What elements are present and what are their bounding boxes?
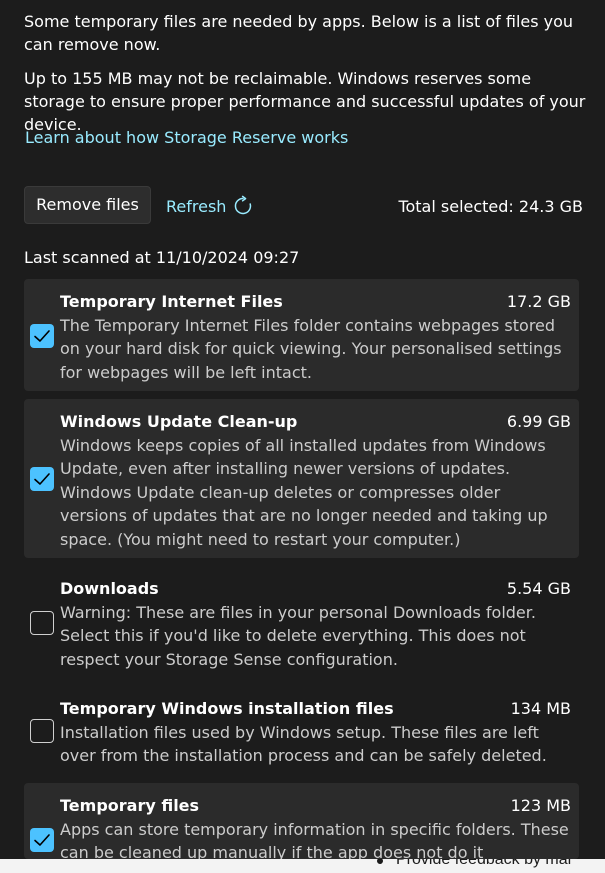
intro-text-2: Up to 155 MB may not be reclaimable. Win… [24, 69, 586, 134]
checkbox-downloads[interactable] [30, 611, 54, 635]
item-title: Windows Update Clean-up [60, 412, 298, 431]
refresh-button[interactable]: Refresh [166, 192, 254, 220]
refresh-label: Refresh [166, 196, 227, 216]
item-size: 5.54 GB [506, 579, 571, 598]
checkmark-icon [34, 473, 50, 485]
background-document-strip: Provide feedback by mar [0, 859, 605, 873]
checkbox-windows-update-cleanup[interactable] [30, 467, 54, 491]
remove-files-button[interactable]: Remove files [24, 186, 151, 224]
checkbox-temporary-internet-files[interactable] [30, 324, 54, 348]
bullet-icon [377, 859, 383, 864]
storage-reserve-link[interactable]: Learn about how Storage Reserve works [25, 127, 348, 149]
file-item-temporary-windows-installation-files[interactable]: Temporary Windows installation files 134… [24, 686, 579, 774]
total-selected: Total selected: 24.3 GB [398, 197, 583, 216]
checkmark-icon [34, 834, 50, 846]
item-title: Temporary Windows installation files [60, 699, 394, 718]
item-title: Temporary files [60, 796, 200, 815]
intro-text-1: Some temporary files are needed by apps.… [24, 12, 574, 54]
item-size: 123 MB [510, 796, 571, 815]
item-description: Windows keeps copies of all installed up… [60, 436, 548, 549]
checkmark-icon [34, 330, 50, 342]
file-item-temporary-internet-files[interactable]: Temporary Internet Files 17.2 GB The Tem… [24, 279, 579, 391]
item-title: Temporary Internet Files [60, 292, 283, 311]
item-title: Downloads [60, 579, 159, 598]
item-size: 134 MB [510, 699, 571, 718]
file-item-temporary-files[interactable]: Temporary files 123 MB Apps can store te… [24, 783, 579, 859]
item-description: The Temporary Internet Files folder cont… [60, 316, 562, 382]
last-scanned: Last scanned at 11/10/2024 09:27 [24, 248, 300, 267]
feedback-text: Provide feedback by mar [396, 859, 573, 868]
file-item-windows-update-cleanup[interactable]: Windows Update Clean-up 6.99 GB Windows … [24, 399, 579, 558]
item-size: 6.99 GB [506, 412, 571, 431]
item-description: Warning: These are files in your persona… [60, 603, 536, 669]
file-item-downloads[interactable]: Downloads 5.54 GB Warning: These are fil… [24, 566, 579, 678]
checkbox-temporary-files[interactable] [30, 828, 54, 852]
item-description: Apps can store temporary information in … [60, 820, 569, 859]
item-description: Installation files used by Windows setup… [60, 723, 547, 766]
item-size: 17.2 GB [506, 292, 571, 311]
checkbox-temporary-windows-installation-files[interactable] [30, 719, 54, 743]
refresh-icon [235, 195, 252, 215]
